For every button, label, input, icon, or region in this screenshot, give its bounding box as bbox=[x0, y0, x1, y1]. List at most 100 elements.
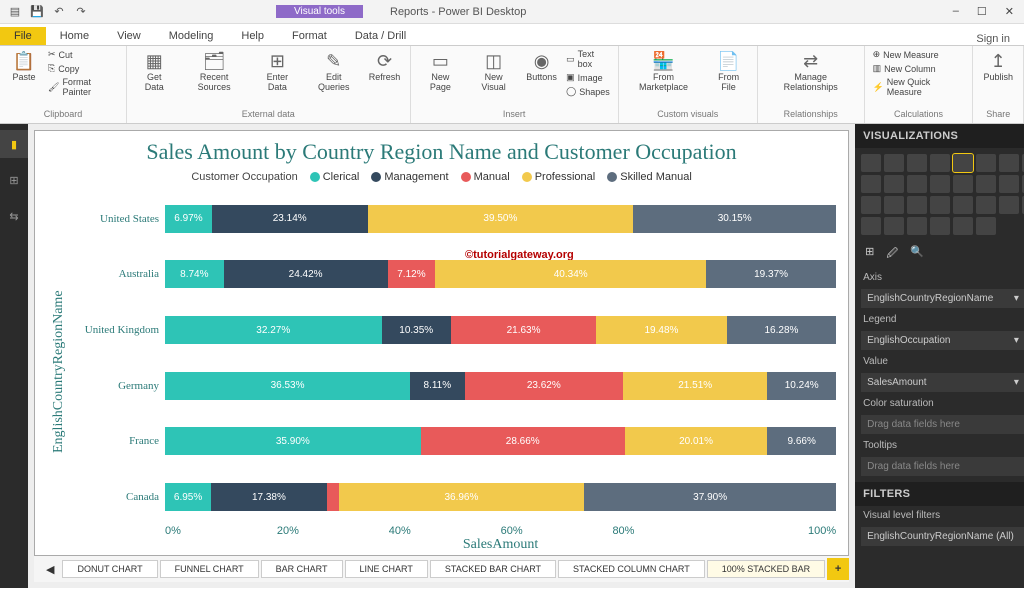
page-tab[interactable]: 100% STACKED BAR bbox=[707, 560, 825, 578]
bar-segment[interactable]: 28.66% bbox=[421, 427, 625, 455]
bar-segment[interactable]: 37.90% bbox=[584, 483, 836, 511]
bar-segment[interactable]: 16.28% bbox=[727, 316, 836, 344]
legend-field-well[interactable]: EnglishOccupation▾ ✕ bbox=[861, 331, 1024, 350]
from-marketplace-button[interactable]: 🏪From Marketplace bbox=[625, 48, 703, 95]
stacked-bar[interactable]: 6.95%17.38%36.96%37.90% bbox=[165, 483, 836, 511]
analytics-tab-icon[interactable]: 🔍 bbox=[910, 245, 924, 264]
visual-type-icon[interactable] bbox=[953, 196, 973, 214]
manage-relationships-button[interactable]: ⇄Manage Relationships bbox=[764, 48, 858, 95]
visual-type-icon[interactable] bbox=[884, 154, 904, 172]
visual-type-icon[interactable] bbox=[884, 175, 904, 193]
publish-button[interactable]: ↥Publish bbox=[979, 48, 1017, 85]
visual-type-icon[interactable] bbox=[861, 154, 881, 172]
edit-queries-button[interactable]: ✎Edit Queries bbox=[306, 48, 361, 95]
bar-segment[interactable]: 23.14% bbox=[212, 205, 368, 233]
bar-segment[interactable]: 39.50% bbox=[368, 205, 634, 233]
close-button[interactable]: ✕ bbox=[1005, 5, 1014, 18]
cut-button[interactable]: ✂ Cut bbox=[46, 48, 120, 61]
visual-type-icon[interactable] bbox=[999, 154, 1019, 172]
visual-type-icon[interactable] bbox=[861, 217, 881, 235]
visual-type-icon[interactable] bbox=[907, 154, 927, 172]
tab-file[interactable]: File bbox=[0, 27, 46, 45]
stacked-bar[interactable]: 36.53%8.11%23.62%21.51%10.24% bbox=[165, 372, 836, 400]
minimize-button[interactable]: – bbox=[953, 5, 959, 18]
visual-type-icon[interactable] bbox=[976, 154, 996, 172]
bar-segment[interactable]: 19.37% bbox=[706, 260, 836, 288]
page-tab[interactable]: LINE CHART bbox=[345, 560, 428, 578]
tab-modeling[interactable]: Modeling bbox=[155, 27, 228, 45]
image-button[interactable]: ▣ Image bbox=[564, 71, 612, 84]
bar-segment[interactable] bbox=[327, 483, 339, 511]
report-view-icon[interactable]: ▮ bbox=[0, 130, 28, 158]
save-icon[interactable]: 💾 bbox=[28, 3, 46, 21]
stacked-bar[interactable]: 8.74%24.42%7.12%40.34%19.37% bbox=[165, 260, 836, 288]
bar-segment[interactable]: 23.62% bbox=[465, 372, 624, 400]
visual-type-icon[interactable] bbox=[953, 217, 973, 235]
page-tab[interactable]: STACKED BAR CHART bbox=[430, 560, 556, 578]
bar-segment[interactable]: 40.34% bbox=[435, 260, 706, 288]
visual-type-icon[interactable] bbox=[930, 196, 950, 214]
page-tab[interactable]: DONUT CHART bbox=[62, 560, 157, 578]
refresh-button[interactable]: ⟳Refresh bbox=[365, 48, 403, 85]
bar-segment[interactable]: 19.48% bbox=[596, 316, 727, 344]
axis-field-well[interactable]: EnglishCountryRegionName▾ ✕ bbox=[861, 289, 1024, 308]
bar-segment[interactable]: 35.90% bbox=[165, 427, 421, 455]
bar-segment[interactable]: 10.35% bbox=[382, 316, 451, 344]
tab-home[interactable]: Home bbox=[46, 27, 103, 45]
tab-help[interactable]: Help bbox=[227, 27, 278, 45]
visual-level-filter-item[interactable]: EnglishCountryRegionName (All) bbox=[861, 527, 1024, 546]
filters-header[interactable]: FILTERS bbox=[855, 482, 1024, 506]
visual-type-icon[interactable] bbox=[930, 217, 950, 235]
tooltips-well[interactable]: Drag data fields here bbox=[861, 457, 1024, 476]
format-tab-icon[interactable]: 🖉 bbox=[886, 245, 898, 264]
new-quick-measure-button[interactable]: ⚡ New Quick Measure bbox=[871, 76, 967, 98]
visual-type-icon[interactable] bbox=[861, 175, 881, 193]
bar-segment[interactable]: 36.96% bbox=[339, 483, 585, 511]
visual-type-icon[interactable] bbox=[907, 217, 927, 235]
bar-segment[interactable]: 24.42% bbox=[224, 260, 388, 288]
page-tab[interactable]: BAR CHART bbox=[261, 560, 343, 578]
stacked-bar[interactable]: 32.27%10.35%21.63%19.48%16.28% bbox=[165, 316, 836, 344]
visual-type-icon[interactable] bbox=[884, 196, 904, 214]
visual-type-icon[interactable] bbox=[930, 175, 950, 193]
bar-segment[interactable]: 32.27% bbox=[165, 316, 382, 344]
bar-segment[interactable]: 9.66% bbox=[767, 427, 836, 455]
tab-format[interactable]: Format bbox=[278, 27, 341, 45]
new-column-button[interactable]: ▥ New Column bbox=[871, 62, 967, 75]
visual-type-icon[interactable] bbox=[930, 154, 950, 172]
textbox-button[interactable]: ▭ Text box bbox=[564, 48, 612, 70]
new-page-button[interactable]: ▭New Page bbox=[417, 48, 465, 95]
bar-segment[interactable]: 20.01% bbox=[625, 427, 768, 455]
bar-segment[interactable]: 21.51% bbox=[623, 372, 767, 400]
visualizations-header[interactable]: VISUALIZATIONS› bbox=[855, 124, 1024, 148]
visual-type-icon[interactable] bbox=[907, 175, 927, 193]
new-measure-button[interactable]: ⊕ New Measure bbox=[871, 48, 967, 61]
stacked-bar[interactable]: 6.97%23.14%39.50%30.15% bbox=[165, 205, 836, 233]
bar-segment[interactable]: 6.95% bbox=[165, 483, 211, 511]
paste-button[interactable]: 📋Paste bbox=[6, 48, 42, 85]
page-tab[interactable]: STACKED COLUMN CHART bbox=[558, 560, 705, 578]
chart-visual[interactable]: Sales Amount by Country Region Name and … bbox=[34, 130, 849, 556]
recent-sources-button[interactable]: 🗂Recent Sources bbox=[179, 48, 248, 95]
tab-data-drill[interactable]: Data / Drill bbox=[341, 27, 420, 45]
visual-type-icon[interactable] bbox=[976, 217, 996, 235]
prev-page-icon[interactable]: ◀ bbox=[40, 563, 60, 576]
tab-view[interactable]: View bbox=[103, 27, 155, 45]
fields-tab-icon[interactable]: ⊞ bbox=[865, 245, 874, 264]
buttons-button[interactable]: ◉Buttons bbox=[523, 48, 560, 85]
stacked-bar[interactable]: 35.90%28.66%20.01%9.66% bbox=[165, 427, 836, 455]
bar-segment[interactable]: 8.11% bbox=[410, 372, 464, 400]
get-data-button[interactable]: ▦Get Data bbox=[133, 48, 176, 95]
enter-data-button[interactable]: ⊞Enter Data bbox=[253, 48, 302, 95]
data-view-icon[interactable]: ⊞ bbox=[0, 166, 28, 194]
add-page-button[interactable]: + bbox=[827, 558, 849, 580]
visual-type-icon[interactable] bbox=[953, 175, 973, 193]
bar-segment[interactable]: 7.12% bbox=[388, 260, 436, 288]
maximize-button[interactable]: ☐ bbox=[977, 5, 987, 18]
visual-type-icon[interactable] bbox=[999, 196, 1019, 214]
bar-segment[interactable]: 36.53% bbox=[165, 372, 410, 400]
from-file-button[interactable]: 📄From File bbox=[706, 48, 750, 95]
shapes-button[interactable]: ◯ Shapes bbox=[564, 85, 612, 98]
undo-icon[interactable]: ↶ bbox=[50, 3, 68, 21]
sign-in-link[interactable]: Sign in bbox=[976, 33, 1024, 45]
